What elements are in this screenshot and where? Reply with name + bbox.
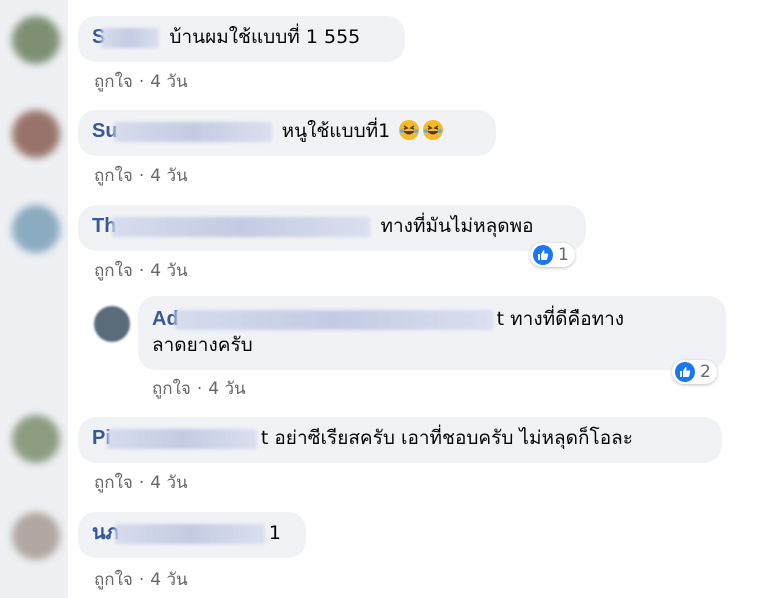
like-link[interactable]: ถูกใจ [94, 166, 133, 186]
comment-text: t ทางที่ดีคือทาง [496, 308, 625, 330]
avatar[interactable] [12, 110, 60, 158]
comment-text: บ้านผมใช้แบบที่ 1 555 [169, 26, 361, 48]
comment-text: หนูใช้แบบที่1 [281, 120, 391, 142]
comment-bubble: นภ 1 [78, 512, 306, 558]
comment-bubble: Pi t อย่าซีเรียสครับ เอาที่ชอบครับ ไม่หลุ… [78, 417, 722, 463]
avatar[interactable] [94, 306, 130, 342]
timestamp[interactable]: 4 วัน [150, 166, 187, 186]
comment-meta: ถูกใจ · 4 วัน [94, 570, 188, 590]
thumbs-up-icon [533, 245, 553, 265]
comment-bubble: S บ้านผมใช้แบบที่ 1 555 [78, 16, 405, 62]
like-link[interactable]: ถูกใจ [94, 473, 133, 493]
timestamp[interactable]: 4 วัน [150, 72, 187, 92]
timestamp[interactable]: 4 วัน [208, 379, 245, 399]
redacted-name [113, 121, 272, 142]
timestamp[interactable]: 4 วัน [150, 473, 187, 493]
redacted-name [101, 27, 160, 48]
comment-text-line2: ลาดยางครับ [152, 334, 253, 356]
comment-meta: ถูกใจ · 4 วัน [94, 72, 188, 92]
like-link[interactable]: ถูกใจ [94, 570, 133, 590]
avatar[interactable] [12, 16, 60, 64]
avatar[interactable] [12, 205, 60, 253]
like-link[interactable]: ถูกใจ [94, 72, 133, 92]
comment-meta: ถูกใจ · 4 วัน [94, 166, 188, 186]
reply-bubble: Ad t ทางที่ดีคือทาง ลาดยางครับ [138, 296, 726, 370]
avatar[interactable] [12, 415, 60, 463]
like-link[interactable]: ถูกใจ [94, 261, 133, 281]
avatar-column [0, 0, 68, 598]
comment-text: ทางที่มันไม่หลุดพอ [380, 215, 534, 237]
timestamp[interactable]: 4 วัน [150, 261, 187, 281]
comment-text: 1 [268, 522, 281, 544]
comment-bubble: Th ทางที่มันไม่หลุดพอ [78, 205, 586, 251]
comment-text: t อย่าซีเรียสครับ เอาที่ชอบครับ ไม่หลุดก… [260, 427, 633, 449]
redacted-name [106, 428, 257, 449]
rolling-laughing-icon [399, 120, 420, 140]
reaction-summary[interactable]: 1 [530, 243, 575, 267]
reaction-count: 2 [700, 362, 711, 382]
comment-meta: ถูกใจ · 4 วัน [94, 261, 188, 281]
redacted-name [174, 309, 493, 330]
redacted-name [112, 216, 371, 237]
comment-meta: ถูกใจ · 4 วัน [152, 379, 246, 399]
like-link[interactable]: ถูกใจ [152, 379, 191, 399]
reaction-count: 1 [558, 245, 569, 265]
reaction-summary[interactable]: 2 [672, 360, 717, 384]
avatar[interactable] [12, 512, 60, 560]
rolling-laughing-icon [423, 120, 444, 140]
thumbs-up-icon [675, 362, 695, 382]
comment-bubble: Su หนูใช้แบบที่1 [78, 110, 496, 156]
comment-meta: ถูกใจ · 4 วัน [94, 473, 188, 493]
timestamp[interactable]: 4 วัน [150, 570, 187, 590]
redacted-name [114, 523, 265, 544]
